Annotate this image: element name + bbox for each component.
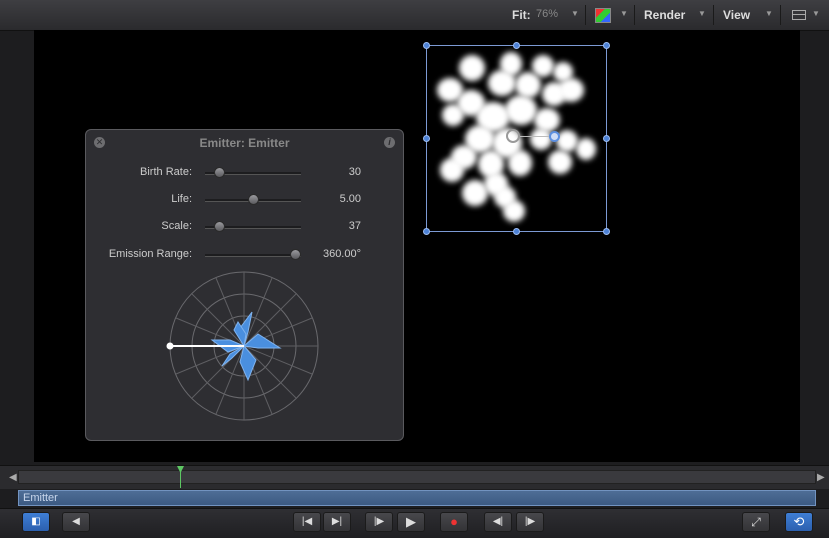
life-value[interactable]: 5.00 (301, 193, 361, 205)
color-channels-icon[interactable] (595, 8, 611, 23)
toolbar-divider (634, 5, 635, 25)
birth-rate-label: Birth Rate: (140, 166, 192, 178)
in-point-marker-icon[interactable]: ◀ (9, 472, 17, 483)
timeline-ruler[interactable] (18, 470, 816, 484)
emission-range-value[interactable]: 360.00° (301, 248, 361, 260)
render-dropdown-arrow-icon[interactable]: ▼ (698, 9, 706, 18)
audio-icon[interactable]: ◀ (62, 512, 90, 532)
transform-handle[interactable] (513, 42, 520, 49)
out-point-marker-icon[interactable]: ▶ (817, 472, 825, 483)
fit-zoom-value[interactable]: 76% (536, 8, 558, 20)
info-icon[interactable]: i (384, 137, 395, 148)
layout-dropdown-arrow-icon[interactable]: ▼ (812, 9, 820, 18)
transform-handle[interactable] (603, 135, 610, 142)
toolbar-divider (713, 5, 714, 25)
track-label: Emitter (23, 492, 58, 504)
fit-label: Fit: (512, 8, 531, 22)
canvas-toolbar: Fit: 76% ▼ ▼ Render ▼ View ▼ ▼ (0, 0, 829, 31)
view-dropdown-arrow-icon[interactable]: ▼ (765, 9, 773, 18)
life-slider-knob[interactable] (247, 194, 259, 205)
toolbar-divider (780, 5, 781, 25)
scale-label: Scale: (161, 220, 192, 232)
birth-rate-slider-knob[interactable] (213, 167, 225, 178)
scale-value[interactable]: 37 (301, 220, 361, 232)
emission-range-slider-knob[interactable] (290, 249, 301, 260)
emission-range-label: Emission Range: (108, 248, 192, 260)
toolbar-divider (585, 5, 586, 25)
fullscreen-icon[interactable]: ⤢ (742, 512, 770, 532)
step-back-frame-icon[interactable]: ◀| (484, 512, 512, 532)
transform-handle[interactable] (513, 228, 520, 235)
transform-handle[interactable] (603, 228, 610, 235)
play-icon[interactable]: ▶ (397, 512, 425, 532)
loop-icon[interactable]: ⟲ (785, 512, 813, 532)
transform-handle[interactable] (423, 228, 430, 235)
transform-handle[interactable] (423, 135, 430, 142)
transform-handle[interactable] (423, 42, 430, 49)
channels-dropdown-arrow-icon[interactable]: ▼ (620, 9, 628, 18)
life-label: Life: (171, 193, 192, 205)
render-menu[interactable]: Render (644, 8, 685, 22)
birth-rate-value[interactable]: 30 (301, 166, 361, 178)
scale-slider-knob[interactable] (213, 221, 225, 232)
fit-dropdown-arrow-icon[interactable]: ▼ (571, 9, 579, 18)
rotation-handle-line (520, 136, 550, 137)
step-forward-frame-icon[interactable]: |▶ (516, 512, 544, 532)
go-to-play-range-start-icon[interactable]: |▶ (365, 512, 393, 532)
emission-angle-wheel[interactable] (164, 270, 324, 424)
rotation-handle[interactable] (549, 131, 560, 142)
anchor-point-icon[interactable] (506, 129, 520, 143)
hud-title: Emitter: Emitter (199, 136, 290, 150)
record-icon[interactable]: ● (440, 512, 468, 532)
view-menu[interactable]: View (723, 8, 750, 22)
show-layers-icon[interactable]: ◧ (22, 512, 50, 532)
emission-range-slider[interactable] (205, 254, 301, 257)
timeline-track-bar[interactable]: Emitter (18, 490, 816, 506)
playhead-line (180, 472, 181, 488)
step-back-icon[interactable]: ▶| (323, 512, 351, 532)
layout-icon[interactable] (792, 10, 806, 20)
transform-handle[interactable] (603, 42, 610, 49)
go-to-start-icon[interactable]: |◀ (293, 512, 321, 532)
